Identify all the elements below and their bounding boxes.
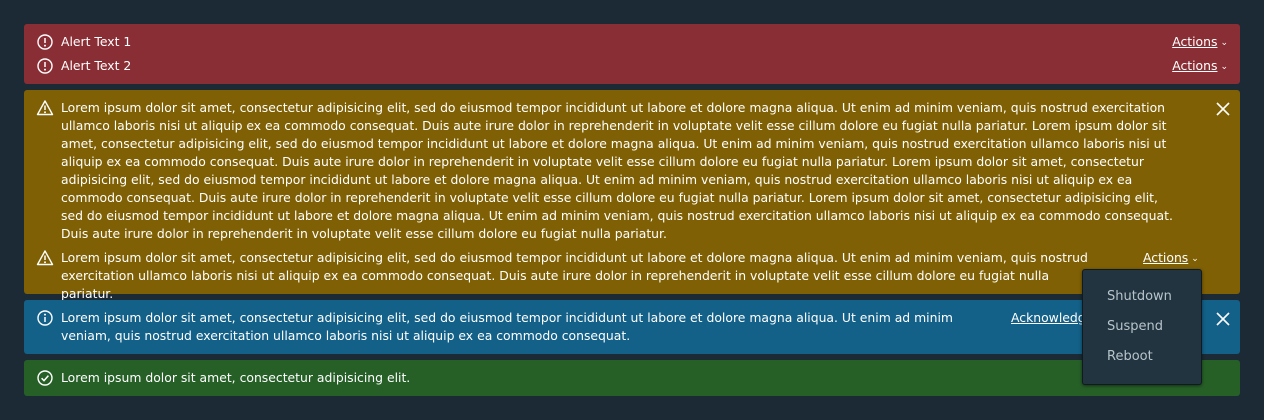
actions-button[interactable]: Actions ⌄ bbox=[1143, 249, 1199, 268]
actions-button[interactable]: Actions ⌄ bbox=[1172, 57, 1228, 76]
menu-item-reboot[interactable]: Reboot bbox=[1107, 348, 1153, 366]
menu-item-shutdown[interactable]: Shutdown bbox=[1107, 288, 1172, 306]
close-icon bbox=[1216, 102, 1230, 116]
exclamation-circle-icon bbox=[36, 33, 54, 51]
chevron-down-icon: ⌄ bbox=[1220, 62, 1228, 72]
alert-text: Alert Text 1 bbox=[61, 34, 132, 49]
info-alert: Lorem ipsum dolor sit amet, consectetur … bbox=[24, 300, 1240, 354]
warning-triangle-icon bbox=[36, 99, 54, 117]
info-circle-icon bbox=[36, 309, 54, 327]
acknowledge-button[interactable]: Acknowledge bbox=[1011, 309, 1093, 327]
danger-alert: Alert Text 1 Actions ⌄ Alert Text 2 Actio… bbox=[24, 24, 1240, 84]
alert-text: Lorem ipsum dolor sit amet, consectetur … bbox=[61, 250, 1088, 301]
chevron-down-icon: ⌄ bbox=[1191, 254, 1199, 264]
check-circle-icon bbox=[36, 369, 54, 387]
exclamation-circle-icon bbox=[36, 57, 54, 75]
actions-button[interactable]: Actions ⌄ bbox=[1172, 33, 1228, 52]
alert-text: Lorem ipsum dolor sit amet, consectetur … bbox=[61, 370, 411, 385]
alert-item: Alert Text 1 Actions ⌄ bbox=[36, 33, 1228, 51]
warning-triangle-icon bbox=[36, 249, 54, 267]
success-alert: Lorem ipsum dolor sit amet, consectetur … bbox=[24, 360, 1240, 396]
alert-text: Lorem ipsum dolor sit amet, consectetur … bbox=[61, 100, 1173, 241]
alert-text: Alert Text 2 bbox=[61, 58, 132, 73]
close-button[interactable] bbox=[1214, 100, 1232, 118]
menu-item-suspend[interactable]: Suspend bbox=[1107, 318, 1163, 336]
warning-alert: Lorem ipsum dolor sit amet, consectetur … bbox=[24, 90, 1240, 301]
close-button[interactable] bbox=[1214, 310, 1232, 328]
actions-dropdown-menu: Shutdown Suspend Reboot bbox=[1082, 269, 1202, 385]
alert-item: Alert Text 2 Actions ⌄ bbox=[36, 57, 1228, 75]
chevron-down-icon: ⌄ bbox=[1220, 38, 1228, 48]
close-icon bbox=[1216, 312, 1230, 326]
alert-text: Lorem ipsum dolor sit amet, consectetur … bbox=[61, 310, 953, 343]
